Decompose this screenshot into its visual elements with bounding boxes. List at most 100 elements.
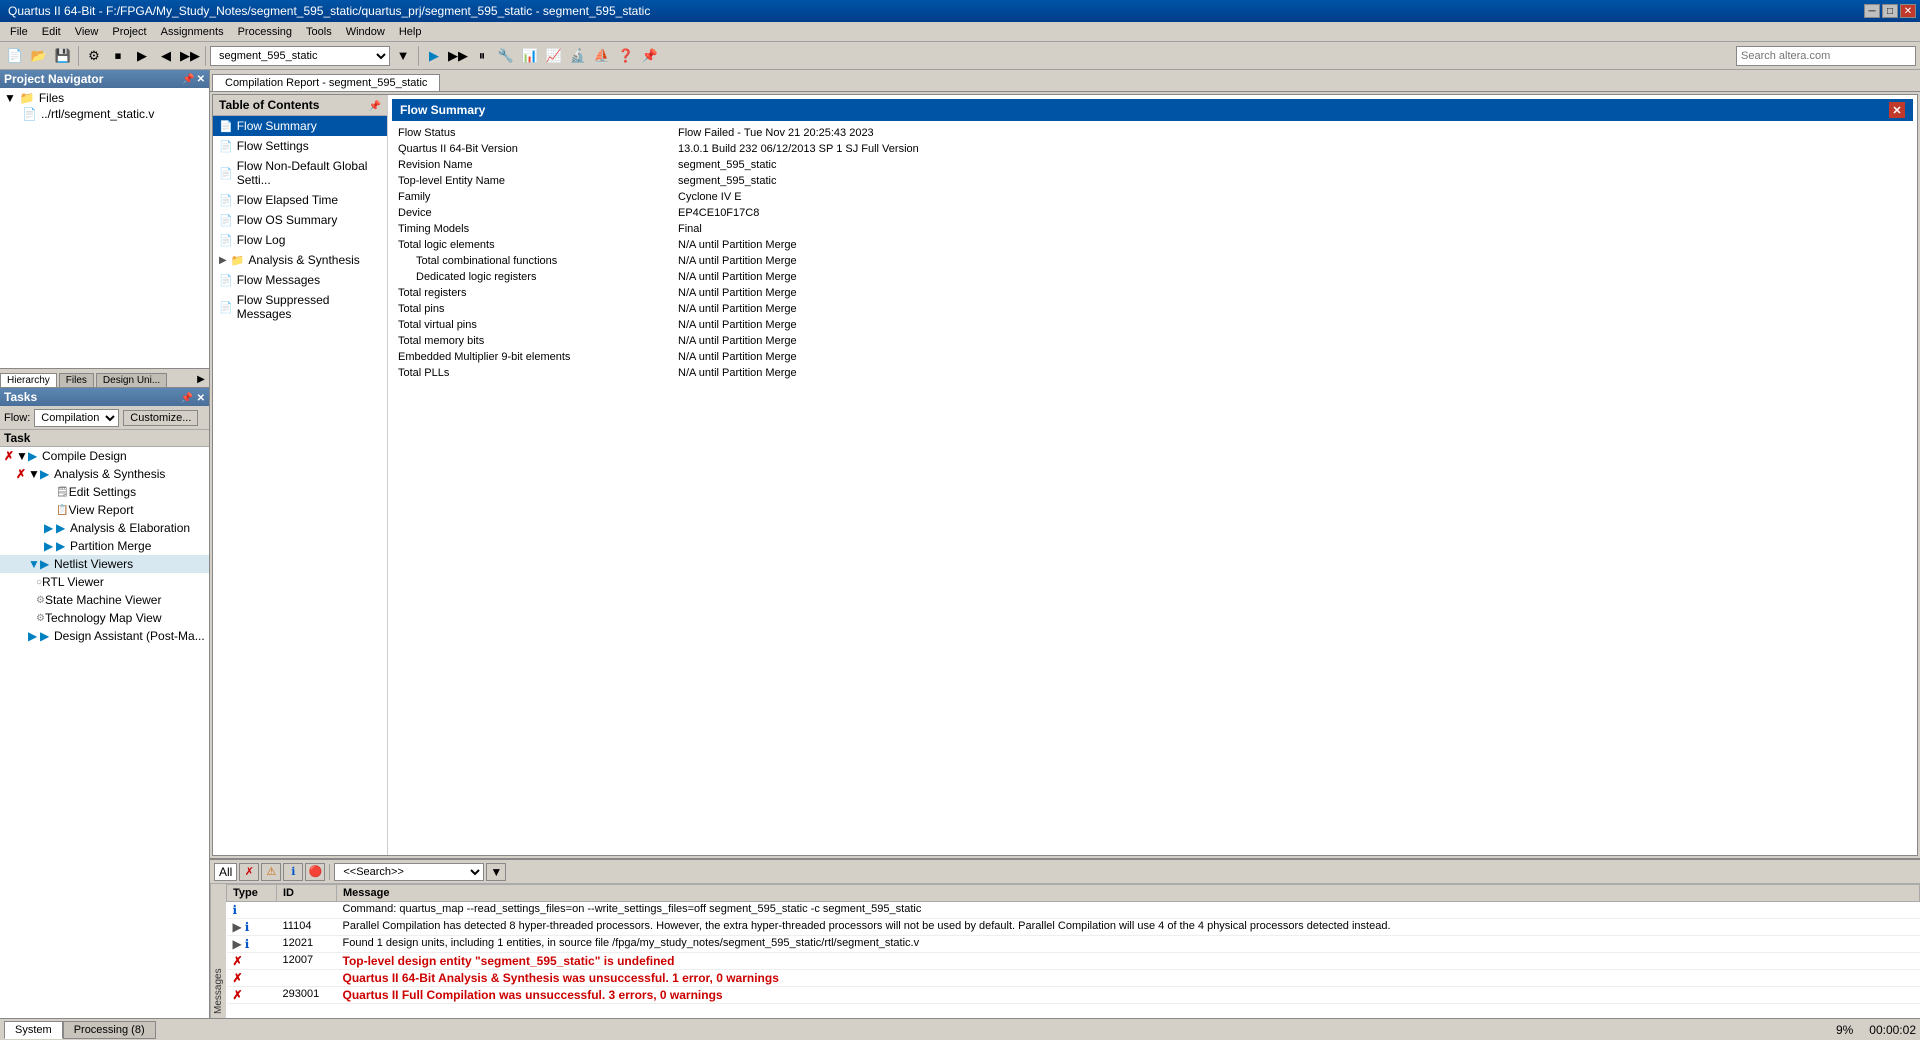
toc-flow-os[interactable]: 📄 Flow OS Summary [213, 210, 387, 230]
toolbar-open[interactable]: 📂 [28, 45, 50, 67]
toolbar-btn6[interactable]: ▶▶ [179, 45, 201, 67]
search-input[interactable] [1736, 46, 1916, 66]
tab-design-units[interactable]: Design Uni... [96, 373, 167, 387]
toolbar-rtl[interactable]: 🔧 [495, 45, 517, 67]
panel-header-icons: 📌 ✕ [182, 74, 205, 85]
menu-file[interactable]: File [4, 24, 34, 40]
status-tab-processing[interactable]: Processing (8) [63, 1021, 156, 1039]
task-row-rtl[interactable]: ○ RTL Viewer [0, 573, 209, 591]
toolbar-start-analysis[interactable]: ▶▶ [447, 45, 469, 67]
task-row-netlist[interactable]: ▼ ▶ Netlist Viewers [0, 555, 209, 573]
toolbar-btn10[interactable]: ⛵ [591, 45, 613, 67]
msg-search-dropdown[interactable]: ▼ [486, 863, 506, 881]
navigator-tab-scroll[interactable]: ▶ [193, 371, 209, 387]
toolbar-new[interactable]: 📄 [4, 45, 26, 67]
task-row-partition[interactable]: ▶ ▶ Partition Merge [0, 537, 209, 555]
toc-flow-log[interactable]: 📄 Flow Log [213, 230, 387, 250]
tab-files[interactable]: Files [59, 373, 94, 387]
msg-filter-all[interactable]: All [214, 863, 237, 881]
toolbar-compile[interactable]: ⚙ [83, 45, 105, 67]
toolbar-start-fitter[interactable]: ⏸ [471, 45, 493, 67]
toolbar-analyze[interactable]: ▶ [131, 45, 153, 67]
close-button[interactable]: ✕ [1900, 4, 1916, 18]
window-title: Quartus II 64-Bit - F:/FPGA/My_Study_Not… [4, 4, 650, 18]
toc-flow-messages[interactable]: 📄 Flow Messages [213, 270, 387, 290]
tasks-column-header: Task [0, 430, 209, 447]
tasks-close-icon[interactable]: ✕ [197, 393, 205, 404]
msg-expand-3[interactable]: ▶ [233, 937, 242, 951]
toc-flow-suppressed[interactable]: 📄 Flow Suppressed Messages [213, 290, 387, 324]
task-row-edit-settings[interactable]: 🗒 Edit Settings [0, 483, 209, 501]
task-row-tech[interactable]: ⚙ Technology Map View [0, 609, 209, 627]
toc-doc-icon-8: 📄 [219, 301, 233, 314]
toc-doc-icon-2: 📄 [219, 140, 233, 153]
panel-close-icon[interactable]: ✕ [197, 74, 205, 85]
task-label-state: State Machine Viewer [45, 593, 162, 607]
toolbar-btn8[interactable]: 📈 [543, 45, 565, 67]
row-value: N/A until Partition Merge [672, 253, 1913, 269]
toolbar-dropdown[interactable]: ▼ [392, 45, 414, 67]
menu-edit[interactable]: Edit [36, 24, 67, 40]
row-value: N/A until Partition Merge [672, 269, 1913, 285]
tasks-pin-icon[interactable]: 📌 [181, 393, 193, 404]
msg-sep [329, 864, 330, 880]
toolbar-save[interactable]: 💾 [52, 45, 74, 67]
toolbar-btn11[interactable]: ❓ [615, 45, 637, 67]
msg-btn-error[interactable]: ✗ [239, 863, 259, 881]
toc-flow-summary[interactable]: 📄 Flow Summary [213, 116, 387, 136]
msg-id-6: 293001 [277, 987, 337, 1004]
tree-files-folder[interactable]: ▼ 📁 Files [2, 90, 207, 106]
menu-project[interactable]: Project [106, 24, 152, 40]
menu-help[interactable]: Help [393, 24, 428, 40]
status-tab-system[interactable]: System [4, 1021, 63, 1039]
menu-view[interactable]: View [69, 24, 105, 40]
minimize-button[interactable]: ─ [1864, 4, 1880, 18]
toc-flow-nondefs[interactable]: 📄 Flow Non-Default Global Setti... [213, 156, 387, 190]
msg-type-6: ✗ [227, 987, 277, 1004]
toc-analysis-synthesis[interactable]: ▶ 📁 Analysis & Synthesis [213, 250, 387, 270]
menu-processing[interactable]: Processing [232, 24, 298, 40]
toc-pin-icon[interactable]: 📌 [369, 101, 381, 112]
error-icon-4: ✗ [233, 954, 243, 968]
tab-hierarchy[interactable]: Hierarchy [0, 373, 57, 387]
tree-file-item[interactable]: 📄 ../rtl/segment_static.v [2, 106, 207, 122]
toolbar-btn9[interactable]: 🔬 [567, 45, 589, 67]
msg-expand-2[interactable]: ▶ [233, 920, 242, 934]
status-tabs: System Processing (8) [4, 1021, 156, 1039]
msg-text-2: Parallel Compilation has detected 8 hype… [337, 919, 1920, 936]
toc-expand-icon: ▶ [219, 255, 227, 266]
row-label: Total pins [392, 301, 672, 317]
project-select[interactable]: segment_595_static [210, 46, 390, 66]
row-label: Device [392, 205, 672, 221]
toolbar-start-compile[interactable]: ▶ [423, 45, 445, 67]
task-row-synthesis[interactable]: ✗ ▼ ▶ Analysis & Synthesis [0, 465, 209, 483]
menu-tools[interactable]: Tools [300, 24, 338, 40]
toc-item-label-7: Analysis & Synthesis [248, 253, 359, 267]
menu-window[interactable]: Window [340, 24, 391, 40]
task-row-design-asst[interactable]: ▶ ▶ Design Assistant (Post-Ma... [0, 627, 209, 645]
task-row-elaboration[interactable]: ▶ ▶ Analysis & Elaboration [0, 519, 209, 537]
toolbar-btn12[interactable]: 📌 [639, 45, 661, 67]
customize-button[interactable]: Customize... [123, 410, 198, 426]
info-icon-3: ℹ [245, 937, 250, 951]
toc-flow-elapsed[interactable]: 📄 Flow Elapsed Time [213, 190, 387, 210]
msg-btn-critical[interactable]: 🔴 [305, 863, 325, 881]
msg-btn-info[interactable]: ℹ [283, 863, 303, 881]
task-row-view-report[interactable]: 📋 View Report [0, 501, 209, 519]
msg-search-select[interactable]: <<Search>> [334, 863, 484, 881]
toolbar-stop[interactable]: ⏹ [107, 45, 129, 67]
flow-select[interactable]: Compilation [34, 409, 119, 427]
panel-pin-icon[interactable]: 📌 [182, 74, 194, 85]
toolbar-btn7[interactable]: 📊 [519, 45, 541, 67]
report-close-button[interactable]: ✕ [1889, 102, 1905, 118]
toc-flow-settings[interactable]: 📄 Flow Settings [213, 136, 387, 156]
row-value: segment_595_static [672, 157, 1913, 173]
task-row-compile[interactable]: ✗ ▼ ▶ Compile Design [0, 447, 209, 465]
tab-compilation-report[interactable]: Compilation Report - segment_595_static [212, 74, 440, 91]
menu-assignments[interactable]: Assignments [155, 24, 230, 40]
task-row-state[interactable]: ⚙ State Machine Viewer [0, 591, 209, 609]
maximize-button[interactable]: □ [1882, 4, 1898, 18]
toolbar-btn5[interactable]: ◀ [155, 45, 177, 67]
row-value: N/A until Partition Merge [672, 365, 1913, 381]
msg-btn-warning[interactable]: ⚠ [261, 863, 281, 881]
